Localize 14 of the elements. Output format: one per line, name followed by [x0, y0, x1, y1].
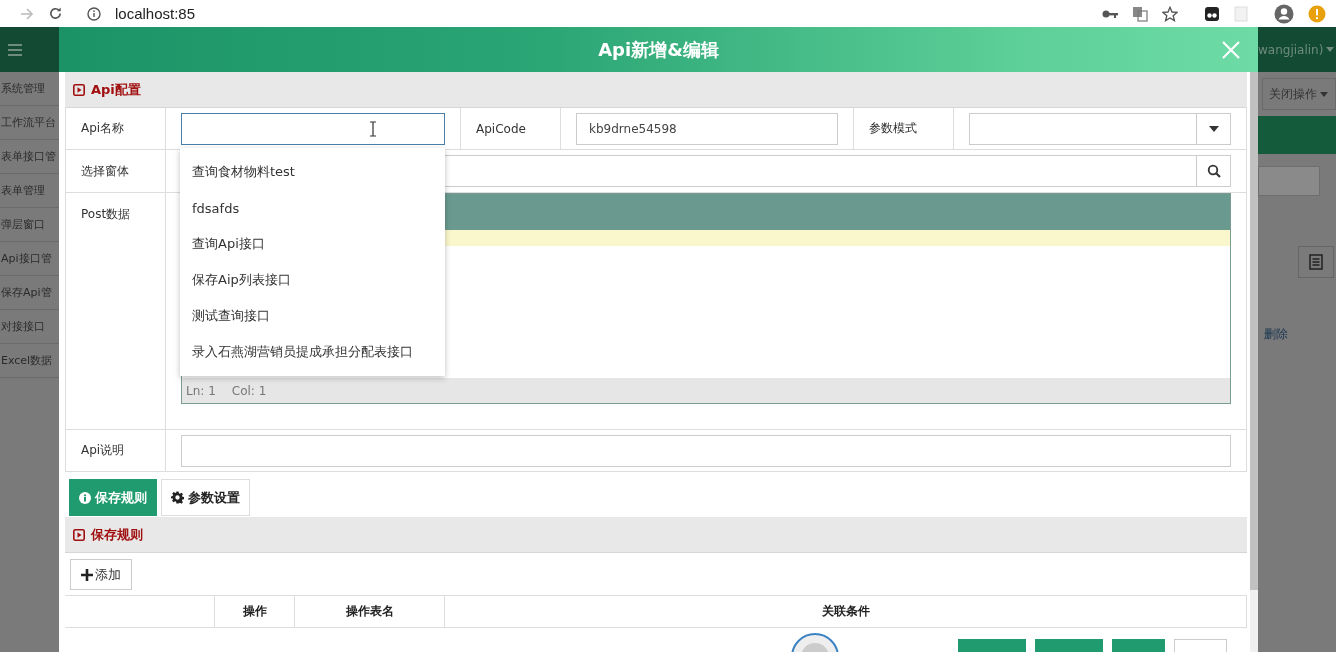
- section-title: Api配置: [91, 80, 141, 99]
- field-label: 选择窗体: [66, 150, 166, 192]
- field-label: Api名称: [66, 108, 166, 149]
- section-title: 保存规则: [91, 525, 143, 544]
- field-label: Post数据: [66, 193, 166, 429]
- column-header: 关联条件: [445, 596, 1247, 627]
- dialog-title: Api新增&编辑: [598, 37, 719, 62]
- field-label: ApiCode: [461, 108, 561, 149]
- editor-status: Col: 1: [231, 383, 267, 398]
- column-header: 操作: [215, 596, 295, 627]
- editor-status: Ln: 1: [186, 383, 216, 398]
- field-label: 参数模式: [854, 108, 954, 149]
- field-label: Api说明: [66, 430, 166, 471]
- column-header: 操作表名: [295, 596, 445, 627]
